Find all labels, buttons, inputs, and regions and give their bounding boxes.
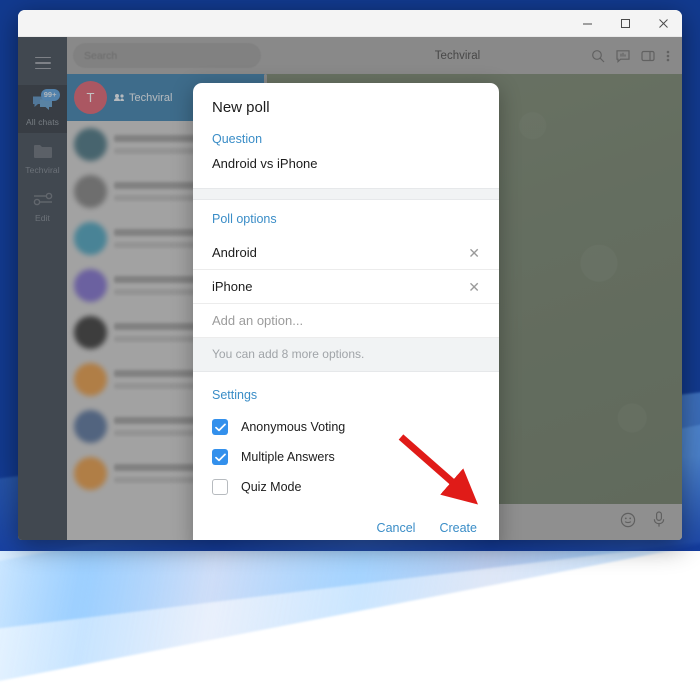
cancel-button[interactable]: Cancel [377, 521, 416, 535]
app-body: 99+ All chats Techviral Edit Search T Te… [18, 37, 682, 540]
sidebar-item-label: Techviral [25, 165, 60, 175]
question-section-label: Question [212, 132, 263, 146]
sidebar-item-edit[interactable]: Edit [18, 181, 67, 229]
checkbox[interactable] [212, 479, 228, 495]
checkbox[interactable] [212, 449, 228, 465]
close-icon[interactable]: ✕ [460, 280, 480, 294]
question-input[interactable]: Android vs iPhone [193, 156, 499, 188]
poll-options-list: Android ✕ iPhone ✕ [193, 236, 499, 304]
setting-label: Multiple Answers [241, 450, 335, 464]
settings-section: Settings Anonymous Voting Multiple Answer… [193, 372, 499, 502]
avatar [74, 316, 107, 349]
minimize-button[interactable] [568, 10, 606, 37]
avatar [74, 175, 107, 208]
avatar [74, 457, 107, 490]
settings-list: Anonymous Voting Multiple Answers Quiz Mod… [193, 412, 499, 502]
poll-options-section-label: Poll options [212, 212, 277, 226]
search-row: Search [67, 37, 267, 74]
group-icon [114, 94, 124, 101]
microphone-icon[interactable] [652, 511, 666, 533]
sidebar-panel-icon[interactable] [641, 49, 655, 63]
chats-icon: 99+ [30, 89, 60, 114]
telegram-window: 99+ All chats Techviral Edit Search T Te… [18, 10, 682, 540]
sliders-icon [30, 188, 56, 210]
sidebar-item-all-chats[interactable]: 99+ All chats [18, 85, 67, 133]
hamburger-icon[interactable] [27, 47, 59, 79]
folder-icon [30, 140, 56, 162]
setting-row[interactable]: Quiz Mode [193, 472, 499, 502]
avatar [74, 128, 107, 161]
dialog-title: New poll [212, 99, 270, 116]
dialog-actions: Cancel Create [193, 502, 499, 540]
close-button[interactable] [644, 10, 682, 37]
section-divider [193, 188, 499, 200]
close-icon[interactable]: ✕ [460, 246, 480, 260]
new-poll-dialog: New poll Question Android vs iPhone Poll… [193, 83, 499, 540]
setting-row[interactable]: Multiple Answers [193, 442, 499, 472]
avatar [74, 410, 107, 443]
maximize-button[interactable] [606, 10, 644, 37]
setting-label: Anonymous Voting [241, 420, 346, 434]
avatar [74, 269, 107, 302]
unread-badge: 99+ [40, 89, 60, 101]
poll-option-row[interactable]: Android ✕ [193, 236, 499, 270]
setting-row[interactable]: Anonymous Voting [193, 412, 499, 442]
create-button[interactable]: Create [439, 521, 477, 535]
options-hint: You can add 8 more options. [193, 338, 499, 372]
search-icon[interactable] [591, 49, 605, 63]
header-icons [591, 49, 675, 63]
page-title: Techviral [434, 49, 481, 62]
poll-icon[interactable] [616, 49, 630, 63]
add-option-row[interactable]: Add an option... [193, 304, 499, 338]
emoji-icon[interactable] [620, 512, 636, 533]
avatar [74, 222, 107, 255]
chat-header: Techviral [267, 37, 682, 74]
poll-option-input[interactable]: Android [212, 245, 460, 260]
folder-rail: 99+ All chats Techviral Edit [18, 37, 67, 540]
settings-section-label: Settings [212, 388, 258, 402]
avatar: T [74, 81, 107, 114]
poll-option-input[interactable]: iPhone [212, 279, 460, 294]
sidebar-item-label: All chats [25, 117, 60, 127]
poll-option-row[interactable]: iPhone ✕ [193, 270, 499, 304]
avatar [74, 363, 107, 396]
setting-label: Quiz Mode [241, 480, 302, 494]
sidebar-item-techviral[interactable]: Techviral [18, 133, 67, 181]
more-vertical-icon[interactable] [666, 49, 670, 63]
search-input[interactable]: Search [73, 43, 261, 68]
sidebar-item-label: Edit [34, 213, 51, 223]
list-item-title: Techviral [129, 91, 173, 104]
window-title-bar [18, 10, 682, 37]
add-option-input[interactable]: Add an option... [212, 313, 480, 328]
checkbox[interactable] [212, 419, 228, 435]
